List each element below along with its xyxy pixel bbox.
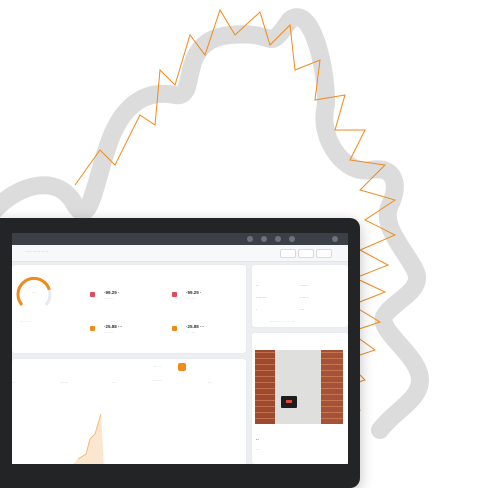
stat-icon-1 bbox=[90, 292, 95, 297]
chart-filter[interactable]: ······ bbox=[154, 365, 161, 369]
stat-value-4: ·25.88 ··· bbox=[186, 324, 205, 329]
top-bar bbox=[12, 233, 348, 245]
stat-value-1: ·99.29 · bbox=[104, 290, 120, 295]
info-item-6: ··· bbox=[300, 307, 304, 312]
settings-icon[interactable] bbox=[275, 236, 281, 242]
column-header-2: ······· bbox=[60, 381, 69, 385]
chart-panel: ······ ··· ······· ···· ········· ··· bbox=[12, 359, 246, 464]
stat-value-3: ·25.88 ··· bbox=[104, 324, 123, 329]
photo-title: ·· bbox=[256, 437, 259, 442]
toolbar-button-1[interactable] bbox=[280, 249, 296, 258]
stat-label-1: ··· ···· bbox=[104, 297, 114, 301]
brick-wall-right bbox=[321, 350, 343, 424]
breadcrumb[interactable]: ··· ······· ·· ·· bbox=[26, 249, 48, 254]
column-header-4: ········· bbox=[152, 379, 163, 383]
wall-device bbox=[281, 396, 297, 408]
photo-line: ···· bbox=[256, 448, 261, 452]
stat-label-4: ··· ···· bbox=[186, 331, 196, 335]
bell-icon[interactable] bbox=[261, 236, 267, 242]
column-header-3: ···· bbox=[112, 381, 117, 385]
info-footer: ··· ········ ·· ·· ··· bbox=[270, 320, 295, 324]
stat-icon-4 bbox=[172, 326, 177, 331]
stat-icon-3 bbox=[90, 326, 95, 331]
overview-card: ··· ··· ···· ·99.29 · ··· ···· ·99.29 · … bbox=[12, 265, 246, 353]
column-header-5: ··· bbox=[208, 381, 212, 385]
dashboard-screen: ··· ······· ·· ·· ··· ··· ···· ·99.29 · … bbox=[12, 233, 348, 464]
toolbar-button-3[interactable] bbox=[316, 249, 332, 258]
info-item-1: ·· bbox=[256, 283, 259, 288]
gauge-value: ··· bbox=[32, 290, 36, 295]
stat-label-2: ··· ···· bbox=[186, 297, 196, 301]
info-item-5: · bbox=[256, 307, 258, 312]
stat-value-2: ·99.29 · bbox=[186, 290, 202, 295]
info-item-3: ········ bbox=[256, 295, 267, 300]
info-item-2: ······ bbox=[300, 283, 308, 288]
column-header-1: ··· bbox=[12, 381, 16, 385]
device-indicator bbox=[286, 400, 292, 403]
gauge-caption: ··· ···· bbox=[20, 320, 30, 324]
grid-icon[interactable] bbox=[247, 236, 253, 242]
menu-icon[interactable] bbox=[332, 236, 338, 242]
device-photo bbox=[255, 350, 343, 424]
filter-button[interactable] bbox=[178, 363, 186, 371]
wall-surface bbox=[275, 350, 321, 424]
stat-label-3: ··· ···· bbox=[104, 331, 114, 335]
stat-icon-2 bbox=[172, 292, 177, 297]
user-icon[interactable] bbox=[289, 236, 295, 242]
brick-wall-left bbox=[255, 350, 275, 424]
area-chart bbox=[73, 413, 104, 464]
breadcrumb-bar: ··· ······· ·· ·· bbox=[12, 245, 348, 262]
info-item-4: ······ bbox=[300, 295, 308, 300]
toolbar-button-2[interactable] bbox=[298, 249, 314, 258]
info-card: ·· ······ ········ ······ · ··· ··· ····… bbox=[252, 265, 348, 327]
